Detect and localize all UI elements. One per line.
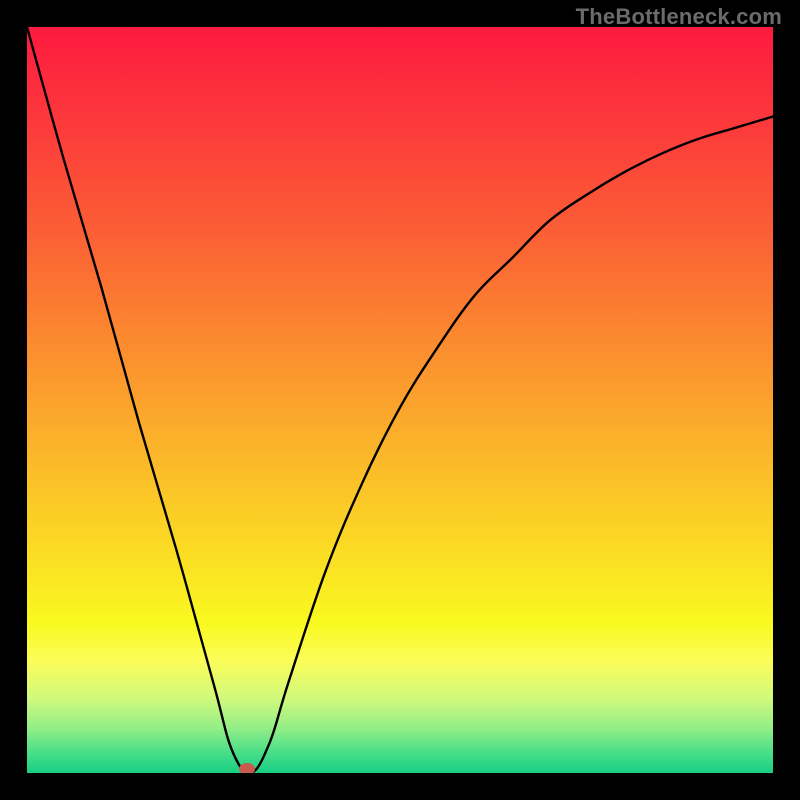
chart-container: TheBottleneck.com bbox=[0, 0, 800, 800]
chart-svg bbox=[27, 27, 773, 773]
watermark-text: TheBottleneck.com bbox=[576, 4, 782, 30]
chart-background-gradient bbox=[27, 27, 773, 773]
plot-area bbox=[27, 27, 773, 773]
